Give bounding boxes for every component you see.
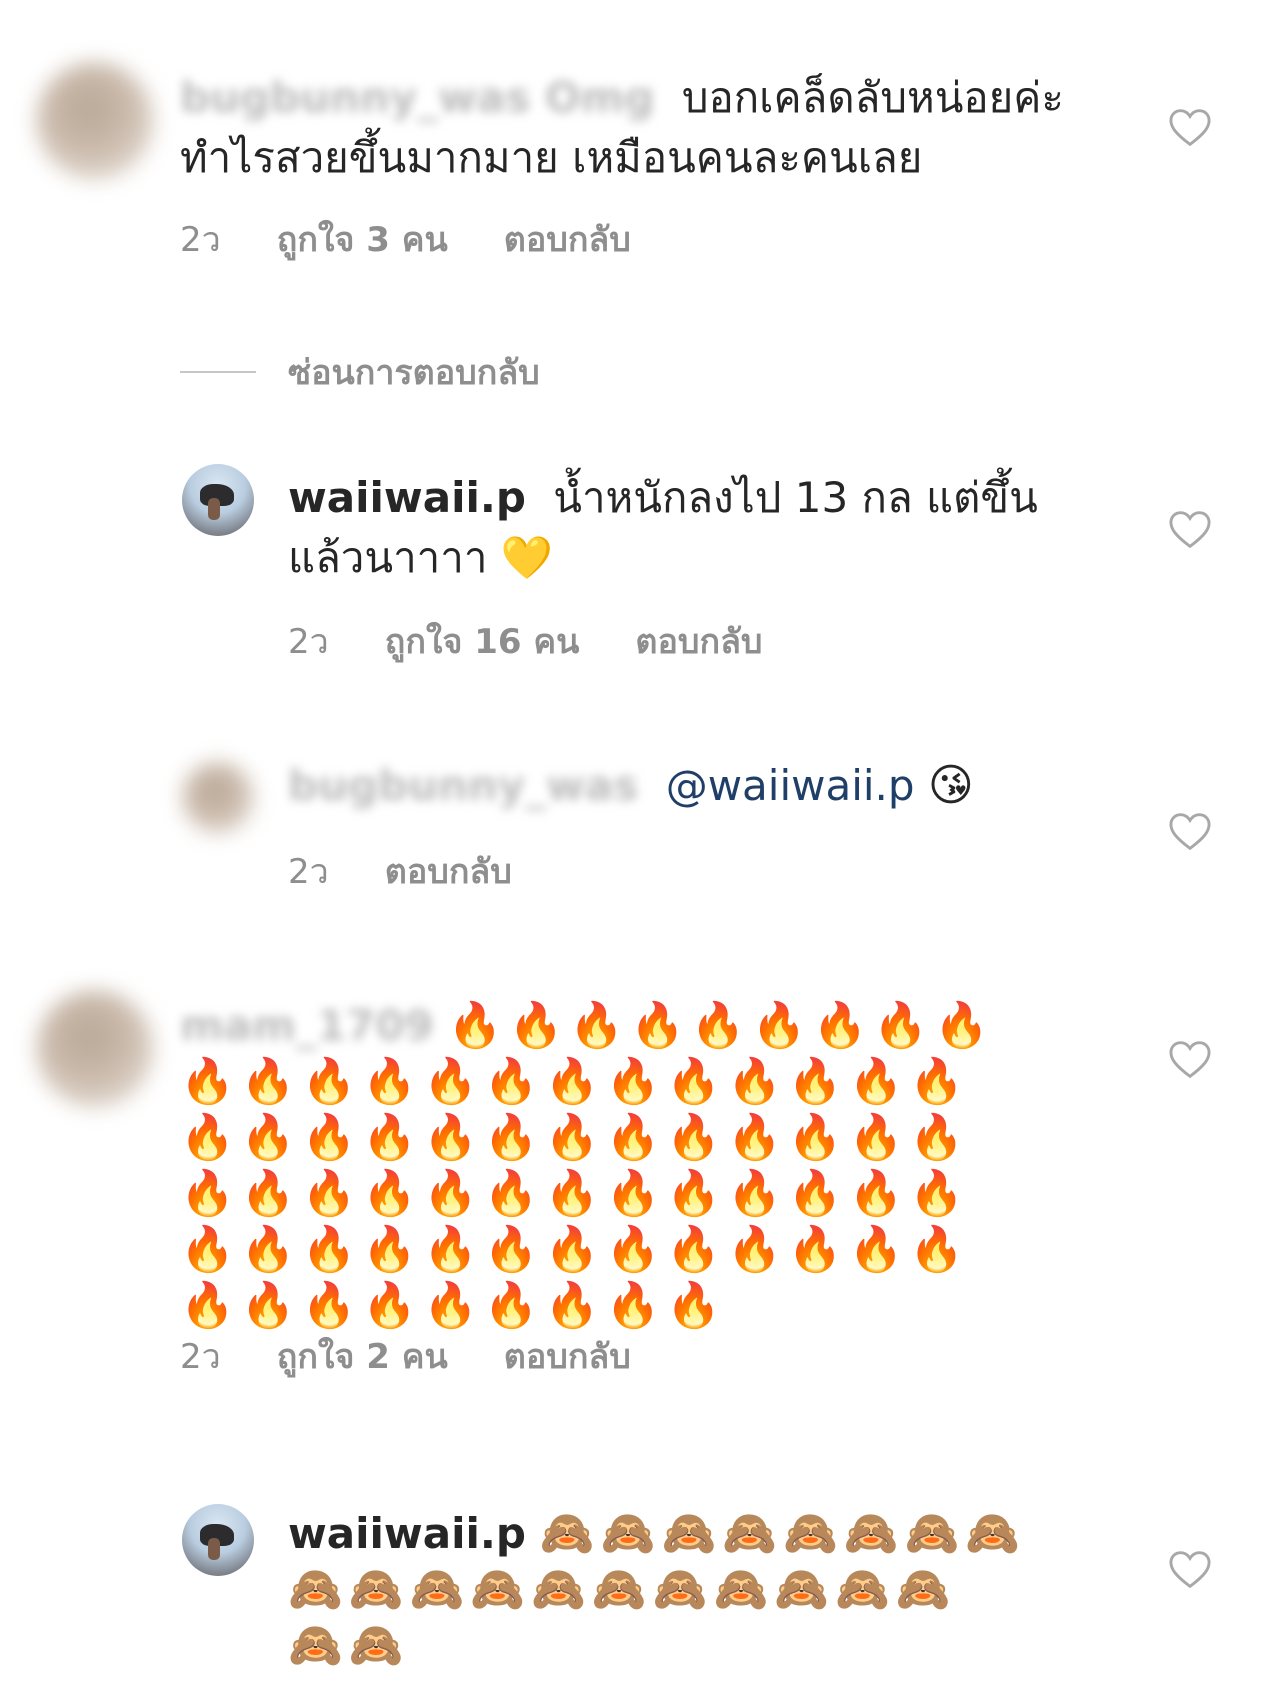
like-heart-icon[interactable] [1168,108,1212,148]
comment-4: mam_1709 🔥🔥🔥🔥🔥🔥🔥🔥🔥 🔥🔥🔥🔥🔥🔥🔥🔥🔥🔥🔥🔥🔥 🔥🔥🔥🔥🔥🔥🔥🔥… [0,980,1280,1420]
reply-button[interactable]: ตอบกลับ [385,850,512,894]
emoji: 😘 [927,760,980,811]
like-heart-icon[interactable] [1168,812,1212,852]
username[interactable]: waiiwaii.p [288,473,526,522]
timestamp: 2ว [288,622,329,662]
person-shape [208,498,220,520]
comment-meta: 2ว ถูกใจ 16 คน ตอบกลับ [288,620,763,664]
timestamp: 2ว [180,1337,221,1377]
timestamp: 2ว [180,220,221,260]
divider-line [180,371,256,373]
fire-emoji-row: 🔥🔥🔥🔥🔥🔥🔥🔥🔥 [447,1000,995,1051]
avatar[interactable] [182,464,254,536]
comment-meta: 2ว ถูกใจ 2 คน ตอบกลับ [180,1335,631,1379]
comment-meta: 2ว ถูกใจ 3 คน ตอบกลับ [180,218,631,262]
avatar[interactable] [36,62,154,180]
monkey-emoji-row: 🙈🙈🙈🙈🙈🙈🙈🙈🙈🙈🙈 [288,1564,957,1615]
mention-link[interactable]: @waiiwaii.p [666,761,915,810]
fire-emoji-row: 🔥🔥🔥🔥🔥🔥🔥🔥🔥🔥🔥🔥🔥 [180,1056,971,1107]
hide-replies-toggle[interactable]: ซ่อนการตอบกลับ [180,345,540,399]
reply-button[interactable]: ตอบกลับ [504,1335,631,1379]
username[interactable]: bugbunny_was Omg [180,73,654,122]
monkey-emoji-row: 🙈🙈 [288,1620,410,1671]
like-heart-icon[interactable] [1168,510,1212,550]
fire-emoji-row: 🔥🔥🔥🔥🔥🔥🔥🔥🔥🔥🔥🔥🔥 [180,1168,971,1219]
reply-button[interactable]: ตอบกลับ [504,218,631,262]
comment-5: waiiwaii.p 🙈🙈🙈🙈🙈🙈🙈🙈 🙈🙈🙈🙈🙈🙈🙈🙈🙈🙈🙈 🙈🙈 [0,1480,1280,1685]
like-heart-icon[interactable] [1168,1550,1212,1590]
avatar[interactable] [36,990,154,1108]
timestamp: 2ว [288,852,329,892]
person-shape [208,1538,220,1560]
comment-text: waiiwaii.p น้ำหนักลงไป 13 กล แต่ขึ้นแล้ว… [288,468,1068,588]
username[interactable]: bugbunny_was [288,761,638,810]
comment-text: mam_1709 🔥🔥🔥🔥🔥🔥🔥🔥🔥 🔥🔥🔥🔥🔥🔥🔥🔥🔥🔥🔥🔥🔥 🔥🔥🔥🔥🔥🔥🔥🔥… [180,998,1080,1334]
username[interactable]: waiiwaii.p [288,1509,526,1558]
comment-text: waiiwaii.p 🙈🙈🙈🙈🙈🙈🙈🙈 🙈🙈🙈🙈🙈🙈🙈🙈🙈🙈🙈 🙈🙈 [288,1506,1088,1674]
monkey-emoji-row: 🙈🙈🙈🙈🙈🙈🙈🙈 [539,1508,1027,1559]
comment-1: bugbunny_was Omg บอกเคล็ดลับหน่อยค่ะ ทำไ… [0,0,1280,280]
reply-button[interactable]: ตอบกลับ [635,620,762,664]
fire-emoji-row: 🔥🔥🔥🔥🔥🔥🔥🔥🔥 [180,1280,728,1331]
fire-emoji-row: 🔥🔥🔥🔥🔥🔥🔥🔥🔥🔥🔥🔥🔥 [180,1112,971,1163]
comment-meta: 2ว ตอบกลับ [288,850,512,894]
comment-2: waiiwaii.p น้ำหนักลงไป 13 กล แต่ขึ้นแล้ว… [0,440,1280,670]
comment-text: bugbunny_was Omg บอกเคล็ดลับหน่อยค่ะ ทำไ… [180,68,1080,188]
likes-count[interactable]: ถูกใจ 16 คน [385,620,580,664]
likes-count[interactable]: ถูกใจ 3 คน [277,218,448,262]
likes-count[interactable]: ถูกใจ 2 คน [277,1335,448,1379]
hide-replies-label[interactable]: ซ่อนการตอบกลับ [288,345,540,399]
comment-3: bugbunny_was @waiiwaii.p 😘 2ว ตอบกลับ [0,740,1280,920]
fire-emoji-row: 🔥🔥🔥🔥🔥🔥🔥🔥🔥🔥🔥🔥🔥 [180,1224,971,1275]
avatar[interactable] [182,762,254,834]
avatar[interactable] [182,1504,254,1576]
comment-text: bugbunny_was @waiiwaii.p 😘 [288,756,1108,816]
like-heart-icon[interactable] [1168,1040,1212,1080]
username[interactable]: mam_1709 [180,1001,434,1050]
